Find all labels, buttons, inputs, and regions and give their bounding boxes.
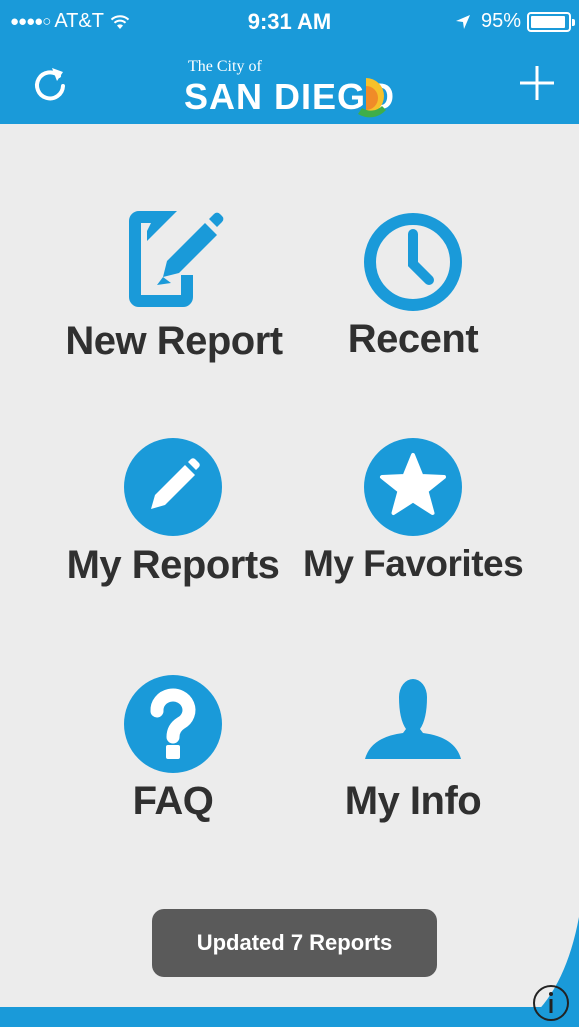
recent-tile[interactable]: Recent (303, 212, 523, 362)
my-reports-tile[interactable]: My Reports (63, 438, 283, 588)
refresh-button[interactable] (28, 62, 72, 106)
battery-percent: 95% (480, 10, 521, 32)
my-favorites-tile[interactable]: My Favorites (303, 438, 524, 585)
battery-level-fill (531, 15, 566, 28)
top-navigation-bar: ●●●●○ AT&T 9:31 AM 95% The City of SAN D… (0, 0, 579, 124)
clock-icon (364, 213, 462, 311)
bottom-bar (0, 1007, 579, 1027)
star-icon (364, 438, 462, 536)
question-icon (124, 675, 222, 773)
new-report-tile[interactable]: New Report (64, 205, 284, 364)
toast-message: Updated 7 Reports (152, 909, 437, 977)
recent-label: Recent (347, 317, 479, 361)
refresh-icon (35, 68, 65, 101)
new-report-label: New Report (65, 319, 283, 363)
info-icon (533, 985, 569, 1021)
info-button[interactable] (531, 983, 571, 1023)
person-icon (365, 679, 461, 759)
my-info-label: My Info (344, 779, 482, 823)
logo-sun-icon (358, 78, 386, 118)
battery-icon (527, 11, 575, 32)
plus-icon (520, 66, 554, 100)
logo-small-text: The City of (188, 58, 262, 75)
my-favorites-label: My Favorites (303, 543, 524, 584)
pencil-icon (124, 438, 222, 536)
faq-label: FAQ (132, 779, 214, 823)
my-info-tile[interactable]: My Info (303, 677, 523, 824)
status-bar: ●●●●○ AT&T 9:31 AM 95% (0, 0, 579, 44)
edit-document-icon (129, 211, 224, 307)
city-logo: The City of SAN DIEGO (180, 58, 410, 118)
faq-tile[interactable]: FAQ (63, 675, 283, 824)
status-right: 95% (455, 10, 575, 33)
location-arrow-icon (455, 14, 470, 29)
my-reports-label: My Reports (66, 543, 280, 587)
add-button[interactable] (515, 58, 559, 108)
